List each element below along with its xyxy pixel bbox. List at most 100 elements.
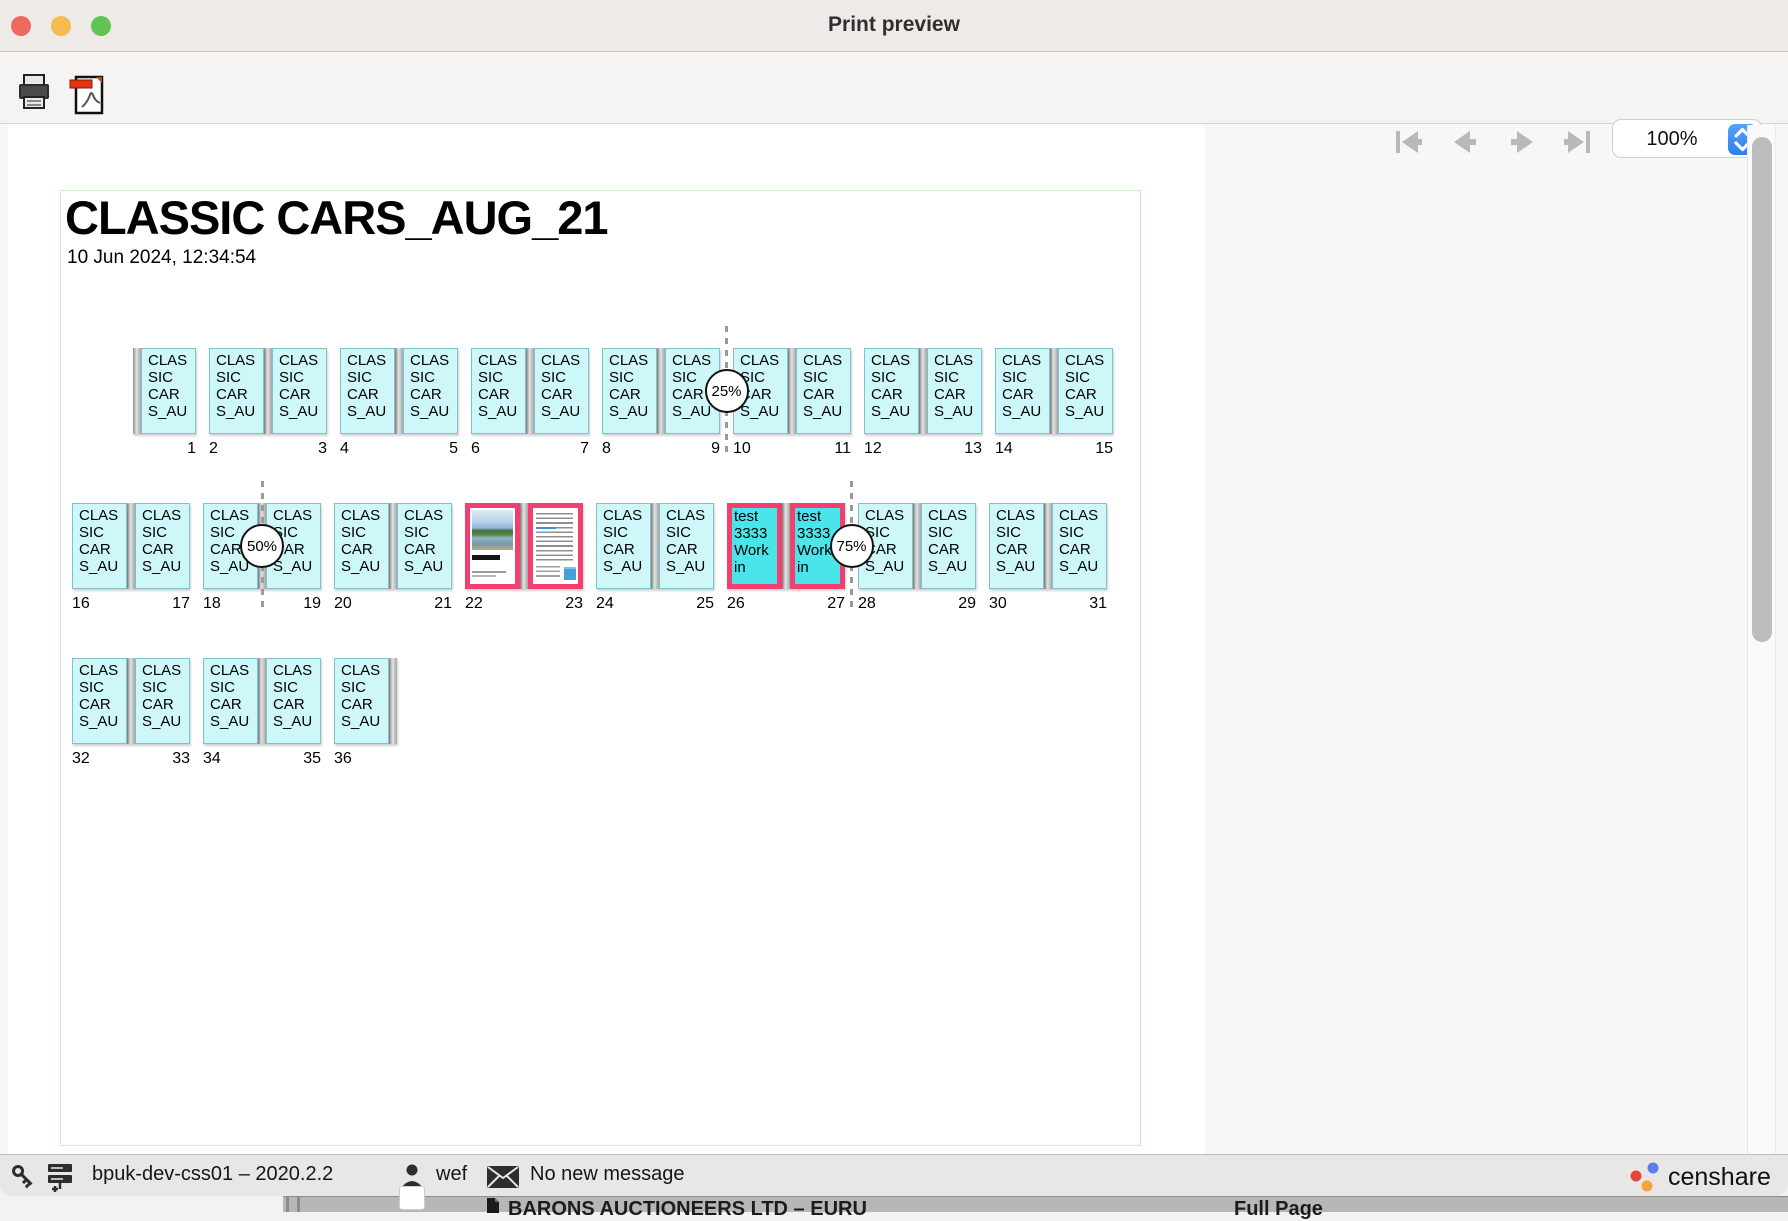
page-number: 33 [144,750,190,768]
page-spine [782,503,790,589]
page-thumbnail-3[interactable]: CLAS SIC CAR S_AU [272,348,327,434]
page-thumbnail-8[interactable]: CLAS SIC CAR S_AU [602,348,657,434]
page-thumbnail-24[interactable]: CLAS SIC CAR S_AU [596,503,651,589]
progress-marker-50: 50% [240,524,284,568]
window-divider [297,1197,300,1212]
first-page-button[interactable] [1392,127,1426,157]
page-thumbnail-35[interactable]: CLAS SIC CAR S_AU [266,658,321,744]
page-thumbnail-13[interactable]: CLAS SIC CAR S_AU [927,348,982,434]
page-thumbnail-23[interactable] [528,503,583,589]
page-thumbnail-12[interactable]: CLAS SIC CAR S_AU [864,348,919,434]
page-thumbnail-20[interactable]: CLAS SIC CAR S_AU [334,503,389,589]
page-thumbnail-33[interactable]: CLAS SIC CAR S_AU [135,658,190,744]
page-spine [264,348,272,434]
last-page-button[interactable] [1560,127,1594,157]
page-thumbnail-label: CLAS SIC CAR S_AU [660,504,713,575]
page-thumbnail-label: CLAS SIC CAR S_AU [73,504,126,575]
page-number: 3 [281,440,327,458]
export-pdf-button[interactable] [68,73,108,115]
thumbnail-text-lines [536,566,560,580]
page-number: 21 [406,595,452,613]
background-view-label: Full Page [1234,1198,1323,1221]
page-thumbnail-label: CLAS SIC CAR S_AU [335,504,388,575]
thumbnail-text-line [472,575,496,577]
mail-icon [486,1165,520,1189]
progress-marker-75: 75% [830,524,874,568]
message-status-label: No new message [530,1163,685,1186]
page-thumbnail-7[interactable]: CLAS SIC CAR S_AU [534,348,589,434]
scrollbar-thumb[interactable] [1752,137,1772,642]
page-thumbnail-26[interactable]: test 3333 Work in [727,503,782,589]
page-spine [389,658,397,744]
page-number: 26 [727,595,773,613]
page-number: 6 [471,440,517,458]
censhare-logo-text: censhare [1668,1163,1771,1192]
page-thumbnail-15[interactable]: CLAS SIC CAR S_AU [1058,348,1113,434]
page-thumbnail-label: CLAS SIC CAR S_AU [273,349,326,420]
previous-page-button[interactable] [1448,127,1482,157]
page-thumbnail-label: CLAS SIC CAR S_AU [136,504,189,575]
print-preview-window: Print preview [0,0,1788,1196]
page-thumbnail-label: CLAS SIC CAR S_AU [267,659,320,730]
page-number: 28 [858,595,904,613]
thumbnail-link-line [536,527,556,529]
page-spine [395,348,403,434]
page-thumbnail-label: CLAS SIC CAR S_AU [142,349,195,420]
next-page-button[interactable] [1505,127,1539,157]
page-spine [1050,348,1058,434]
page-number: 19 [275,595,321,613]
page-number: 29 [930,595,976,613]
page-thumbnail-label: CLAS SIC CAR S_AU [603,349,656,420]
page-thumbnail-30[interactable]: CLAS SIC CAR S_AU [989,503,1044,589]
page-thumbnail-2[interactable]: CLAS SIC CAR S_AU [209,348,264,434]
page-thumbnail-label: CLAS SIC CAR S_AU [996,349,1049,420]
page-thumbnail-label: CLAS SIC CAR S_AU [136,659,189,730]
page-thumbnail-11[interactable]: CLAS SIC CAR S_AU [796,348,851,434]
page-thumbnail-label: CLAS SIC CAR S_AU [1059,349,1112,420]
background-asset-title: BARONS AUCTIONEERS LTD – EURU [508,1198,867,1221]
page-thumbnail-5[interactable]: CLAS SIC CAR S_AU [403,348,458,434]
page-number: 11 [805,440,851,458]
statusbar-widget [399,1186,425,1210]
page-thumbnail-6[interactable]: CLAS SIC CAR S_AU [471,348,526,434]
zoom-level-value: 100% [1613,128,1731,151]
page-number: 31 [1061,595,1107,613]
server-version-label: bpuk-dev-css01 – 2020.2.2 [92,1163,333,1186]
page-thumbnail-32[interactable]: CLAS SIC CAR S_AU [72,658,127,744]
page-number: 14 [995,440,1041,458]
page-spine [127,503,135,589]
page-thumbnail-29[interactable]: CLAS SIC CAR S_AU [921,503,976,589]
page-thumbnail-14[interactable]: CLAS SIC CAR S_AU [995,348,1050,434]
page-thumbnail-4[interactable]: CLAS SIC CAR S_AU [340,348,395,434]
page-spine [258,658,266,744]
page-number: 15 [1067,440,1113,458]
page-thumbnail-16[interactable]: CLAS SIC CAR S_AU [72,503,127,589]
page-thumbnail-label: CLAS SIC CAR S_AU [210,349,263,420]
titlebar: Print preview [0,0,1788,52]
page-thumbnail-21[interactable]: CLAS SIC CAR S_AU [397,503,452,589]
page-number: 2 [209,440,255,458]
username-label: wef [436,1163,467,1186]
page-number: 16 [72,595,118,613]
page-number: 8 [602,440,648,458]
print-button[interactable] [16,73,56,115]
page-number: 17 [144,595,190,613]
thumbnail-image-placeholder [564,567,576,580]
page-thumbnail-1[interactable]: CLAS SIC CAR S_AU [141,348,196,434]
document-timestamp: 10 Jun 2024, 12:34:54 [67,247,256,269]
page-thumbnail-25[interactable]: CLAS SIC CAR S_AU [659,503,714,589]
page-thumbnail-label: CLAS SIC CAR S_AU [535,349,588,420]
page-thumbnail-34[interactable]: CLAS SIC CAR S_AU [203,658,258,744]
vertical-scrollbar[interactable] [1748,125,1776,1154]
page-thumbnail-17[interactable]: CLAS SIC CAR S_AU [135,503,190,589]
zoom-level-select[interactable]: 100% [1612,119,1762,158]
page-thumbnail-22[interactable] [465,503,520,589]
page-thumbnail-31[interactable]: CLAS SIC CAR S_AU [1052,503,1107,589]
thumbnail-text-line [472,571,506,573]
thumbnail-text-lines [536,513,573,563]
page-thumbnail-36[interactable]: CLAS SIC CAR S_AU [334,658,389,744]
page-number: 23 [537,595,583,613]
statusbar: bpuk-dev-css01 – 2020.2.2 wef No new mes… [0,1154,1788,1196]
page-number: 22 [465,595,511,613]
thumbnail-caption-bar [472,555,500,560]
